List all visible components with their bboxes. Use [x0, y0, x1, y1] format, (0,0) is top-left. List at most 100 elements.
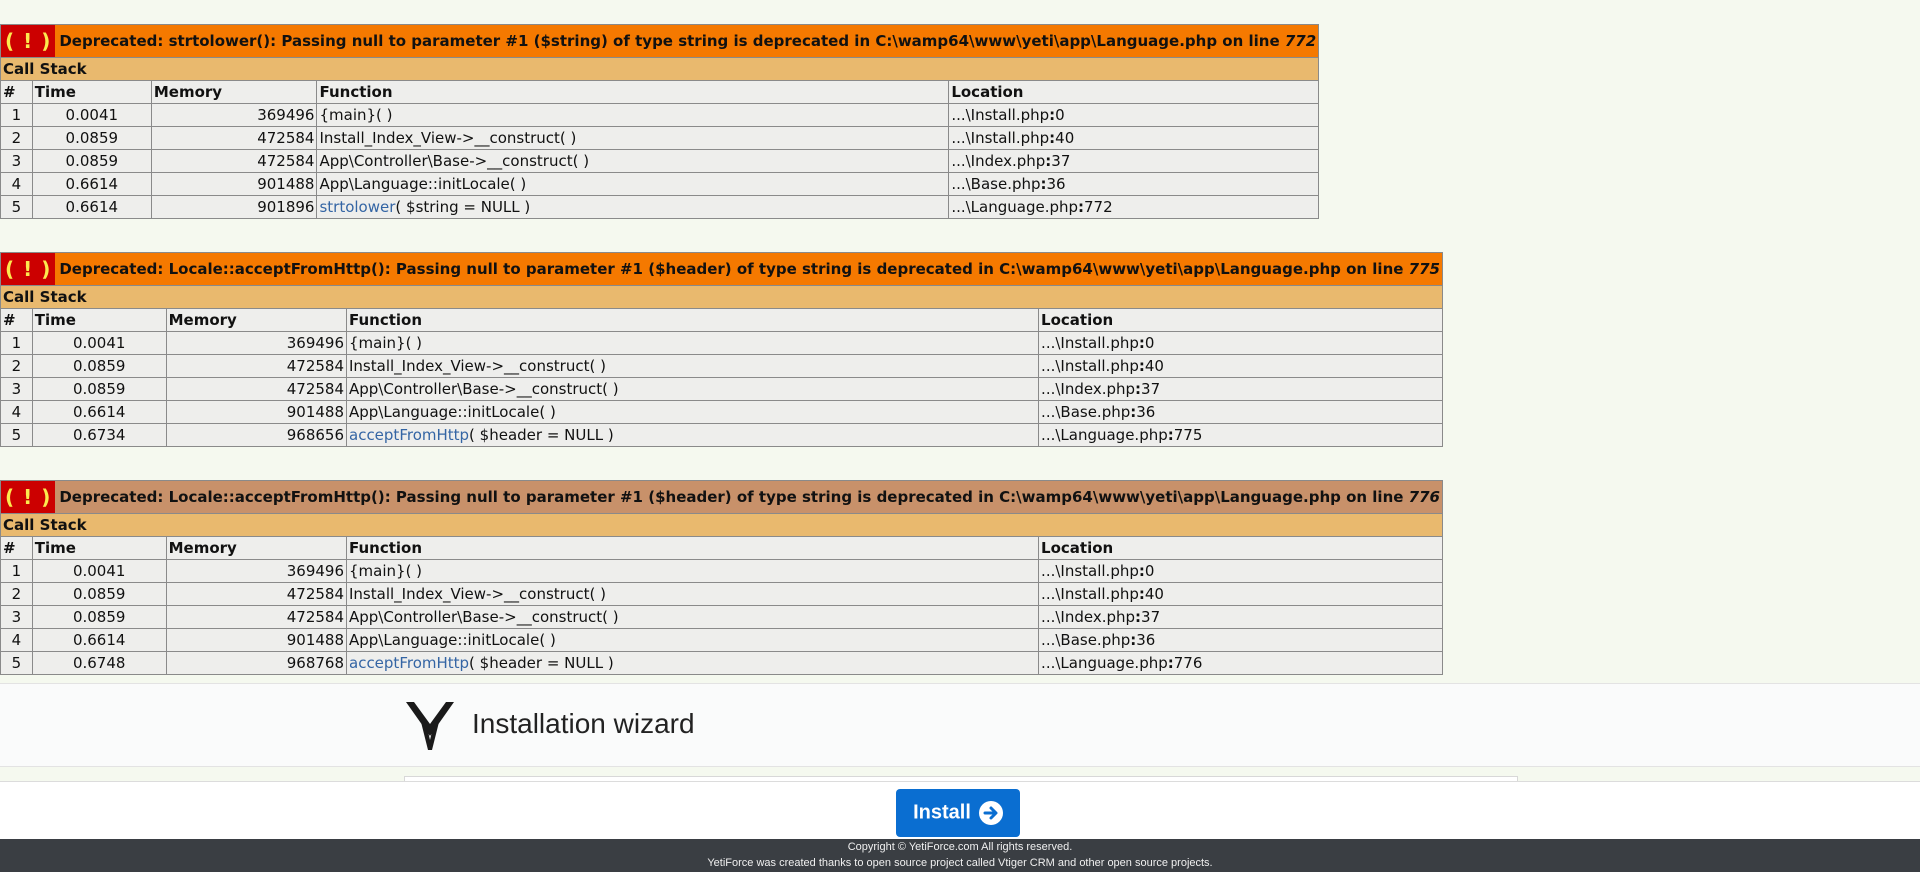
cell-num: 1: [0, 331, 33, 355]
cell-location[interactable]: ...\Index.php:37: [1038, 377, 1443, 401]
warning-icon: ( ! ): [1, 253, 56, 285]
location-file: ...\Index.php: [951, 152, 1046, 170]
cell-num: 4: [0, 628, 33, 652]
location-file: ...\Base.php: [951, 175, 1041, 193]
location-line: 36: [1136, 631, 1156, 649]
cell-time: 0.0859: [31, 377, 167, 401]
cell-function: App\Controller\Base->__construct( ): [345, 605, 1040, 629]
location-file: ...\Language.php: [951, 198, 1079, 216]
xdebug-error-table: ( ! ) Deprecated: strtolower(): Passing n…: [0, 24, 1320, 219]
cell-location[interactable]: ...\Install.php:0: [948, 103, 1320, 127]
cell-time: 0.0859: [31, 149, 152, 173]
location-line: 37: [1141, 380, 1161, 398]
cell-memory: 369496: [165, 331, 348, 355]
col-header-location: Location: [1038, 536, 1443, 560]
yetiforce-logo-icon: [406, 702, 454, 750]
cell-memory: 472584: [150, 126, 318, 150]
cell-time: 0.0859: [31, 582, 167, 606]
cell-num: 5: [0, 195, 33, 219]
location-line: 0: [1055, 106, 1065, 124]
col-header-function: Function: [345, 536, 1040, 560]
callstack-label: Call Stack: [0, 285, 1443, 309]
location-line: 40: [1144, 585, 1164, 603]
cell-time: 0.0859: [31, 354, 167, 378]
cell-time: 0.0859: [31, 605, 167, 629]
location-file: ...\Language.php: [1041, 426, 1168, 444]
error-line-number: 772: [1284, 32, 1317, 50]
install-button[interactable]: Install: [896, 789, 1020, 837]
function-doc-link[interactable]: acceptFromHttp: [349, 654, 469, 672]
table-row: 3 0.0859 472584 App\Controller\Base->__cons…: [0, 605, 1443, 629]
table-row: 5 0.6614 901896 strtolower( $string = NULL …: [0, 195, 1320, 219]
location-file: ...\Install.php: [951, 129, 1050, 147]
col-header-memory: Memory: [150, 80, 318, 104]
cell-function: Install_Index_View->__construct( ): [345, 582, 1040, 606]
cell-location[interactable]: ...\Index.php:37: [948, 149, 1320, 173]
cell-function: acceptFromHttp( $header = NULL ): [345, 423, 1040, 447]
table-row: 2 0.0859 472584 Install_Index_View->__const…: [0, 354, 1443, 378]
action-bar: Install: [0, 781, 1920, 840]
table-row: 4 0.6614 901488 App\Language::initLocale( )…: [0, 400, 1443, 424]
cell-location[interactable]: ...\Base.php:36: [948, 172, 1320, 196]
cell-time: 0.6734: [31, 423, 167, 447]
cell-location[interactable]: ...\Install.php:40: [1038, 354, 1443, 378]
xdebug-error-table: ( ! ) Deprecated: Locale::acceptFromHttp(…: [0, 252, 1443, 447]
location-file: ...\Language.php: [1041, 654, 1168, 672]
location-file: ...\Install.php: [951, 106, 1050, 124]
cell-location[interactable]: ...\Base.php:36: [1038, 628, 1443, 652]
cell-location[interactable]: ...\Base.php:36: [1038, 400, 1443, 424]
cell-memory: 369496: [165, 559, 348, 583]
location-file: ...\Install.php: [1041, 334, 1139, 352]
cell-time: 0.0859: [31, 126, 152, 150]
cell-function: Install_Index_View->__construct( ): [316, 126, 950, 150]
cell-num: 4: [0, 400, 33, 424]
location-file: ...\Install.php: [1041, 357, 1139, 375]
cell-num: 3: [0, 377, 33, 401]
function-doc-link[interactable]: acceptFromHttp: [349, 426, 469, 444]
cell-location[interactable]: ...\Language.php:775: [1038, 423, 1443, 447]
table-row: 2 0.0859 472584 Install_Index_View->__const…: [0, 582, 1443, 606]
cell-function: App\Language::initLocale( ): [345, 628, 1040, 652]
location-line: 775: [1173, 426, 1203, 444]
cell-memory: 901488: [165, 628, 348, 652]
cell-num: 2: [0, 354, 33, 378]
cell-location[interactable]: ...\Language.php:776: [1038, 651, 1443, 675]
col-header-time: Time: [31, 308, 167, 332]
cell-function: {main}( ): [316, 103, 950, 127]
location-line: 40: [1055, 129, 1075, 147]
cell-function: Install_Index_View->__construct( ): [345, 354, 1040, 378]
cell-location[interactable]: ...\Install.php:0: [1038, 559, 1443, 583]
wizard-header: Installation wizard: [0, 683, 1920, 767]
table-row: 5 0.6734 968656 acceptFromHttp( $header = N…: [0, 423, 1443, 447]
table-row: 1 0.0041 369496 {main}( ) ...\Install.php:0: [0, 331, 1443, 355]
table-row: 4 0.6614 901488 App\Language::initLocale( )…: [0, 628, 1443, 652]
col-header-memory: Memory: [165, 308, 348, 332]
table-row: 5 0.6748 968768 acceptFromHttp( $header = N…: [0, 651, 1443, 675]
col-header-function: Function: [316, 80, 950, 104]
cell-time: 0.6614: [31, 195, 152, 219]
col-header-memory: Memory: [165, 536, 348, 560]
cell-num: 5: [0, 423, 33, 447]
cell-location[interactable]: ...\Language.php:772: [948, 195, 1320, 219]
cell-location[interactable]: ...\Index.php:37: [1038, 605, 1443, 629]
error-message: Deprecated: Locale::acceptFromHttp(): Pa…: [59, 260, 1409, 278]
function-args: ( $header = NULL ): [469, 654, 614, 672]
cell-location[interactable]: ...\Install.php:40: [1038, 582, 1443, 606]
error-line-number: 776: [1408, 488, 1440, 506]
col-header-location: Location: [948, 80, 1320, 104]
cell-num: 4: [0, 172, 33, 196]
page: ( ! ) Deprecated: strtolower(): Passing n…: [0, 0, 1920, 872]
cell-function: App\Controller\Base->__construct( ): [316, 149, 950, 173]
cell-function: strtolower( $string = NULL ): [316, 195, 950, 219]
xdebug-error-table: ( ! ) Deprecated: Locale::acceptFromHttp(…: [0, 480, 1443, 675]
cell-function: acceptFromHttp( $header = NULL ): [345, 651, 1040, 675]
cell-function: App\Language::initLocale( ): [345, 400, 1040, 424]
table-row: 1 0.0041 369496 {main}( ) ...\Install.php:0: [0, 103, 1320, 127]
install-button-label: Install: [913, 801, 971, 824]
cell-function: {main}( ): [345, 559, 1040, 583]
function-doc-link[interactable]: strtolower: [319, 198, 395, 216]
cell-location[interactable]: ...\Install.php:40: [948, 126, 1320, 150]
cell-memory: 472584: [165, 354, 348, 378]
cell-location[interactable]: ...\Install.php:0: [1038, 331, 1443, 355]
error-line-number: 775: [1408, 260, 1440, 278]
